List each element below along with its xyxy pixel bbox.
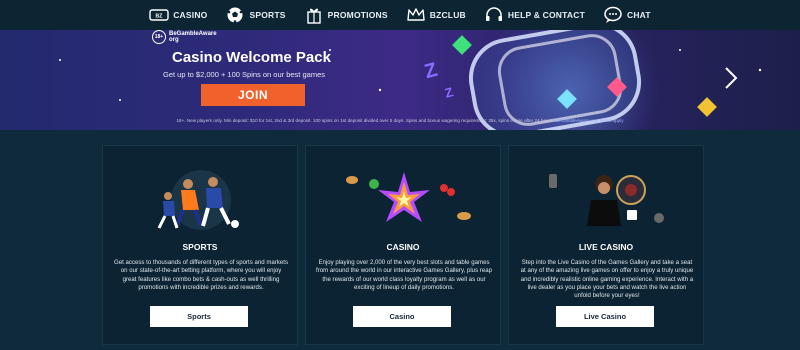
terms-body: 18+. New players only. Min deposit: $10 … bbox=[176, 118, 554, 123]
live-casino-card: LIVE CASINO Step into the Live Casino of… bbox=[508, 145, 704, 345]
nav-bzclub-label: BZCLUB bbox=[429, 10, 466, 20]
casino-card: CASINO Enjoy playing over 2,000 of the v… bbox=[305, 145, 501, 345]
nav-promotions[interactable]: PROMOTIONS bbox=[304, 6, 388, 24]
nav-help-contact-label: HELP & CONTACT bbox=[507, 10, 585, 20]
terms-link-terms[interactable]: Terms apply bbox=[599, 118, 624, 123]
age-restriction-icon: 18+ bbox=[152, 30, 166, 44]
nav-casino-label: CASINO bbox=[173, 10, 208, 20]
nav-chat[interactable]: CHAT bbox=[603, 6, 651, 24]
headset-icon bbox=[485, 7, 502, 21]
soccer-ball-icon bbox=[227, 7, 243, 23]
hero-subtitle: Get up to $2,000 + 100 Spins on our best… bbox=[163, 70, 325, 79]
card-description: Get access to thousands of different typ… bbox=[114, 259, 288, 291]
join-button[interactable]: JOIN bbox=[201, 84, 305, 106]
card-title: SPORTS bbox=[182, 242, 218, 252]
gift-icon bbox=[306, 8, 321, 24]
begambleaware-badge[interactable]: 18+ BeGambleAware org bbox=[152, 30, 217, 44]
terms-link-begambleaware[interactable]: BeGambleAware.org bbox=[555, 118, 598, 123]
card-description: Enjoy playing over 2,000 of the very bes… bbox=[316, 259, 493, 291]
chat-bubble-icon bbox=[604, 6, 622, 23]
casino-button[interactable]: Casino bbox=[353, 306, 451, 327]
badge-text-line-2: org bbox=[169, 37, 179, 43]
nav-sports[interactable]: SPORTS bbox=[225, 6, 285, 24]
hero-banner[interactable]: Z Z 18+ BeGambleAware org Casino Welcome… bbox=[0, 30, 800, 130]
terms-text: 18+. New players only. Min deposit: $10 … bbox=[0, 113, 800, 130]
chevron-right-icon[interactable] bbox=[724, 66, 738, 90]
nav-chat-label: CHAT bbox=[626, 10, 651, 20]
crown-icon bbox=[407, 8, 425, 21]
football-players-illustration bbox=[157, 170, 239, 230]
svg-text:BZ: BZ bbox=[156, 14, 163, 20]
card-title: CASINO bbox=[386, 242, 420, 252]
casino-logo-icon: BZ bbox=[149, 9, 169, 21]
hero-title: Casino Welcome Pack bbox=[172, 49, 331, 66]
nav-promotions-label: PROMOTIONS bbox=[327, 10, 388, 20]
nav-casino[interactable]: BZ CASINO bbox=[149, 6, 207, 24]
live-dealer-illustration bbox=[549, 174, 664, 226]
nav-help-contact[interactable]: HELP & CONTACT bbox=[484, 6, 585, 24]
top-navigation: BZ CASINO SPORTS PROMOTIONS BZCLUB HELP … bbox=[0, 0, 800, 30]
live-casino-button[interactable]: Live Casino bbox=[556, 306, 654, 327]
sports-card: SPORTS Get access to thousands of differ… bbox=[102, 145, 298, 345]
card-title: LIVE CASINO bbox=[578, 242, 634, 252]
starburst-gems-illustration bbox=[346, 172, 471, 222]
nav-sports-label: SPORTS bbox=[249, 10, 286, 20]
sports-button[interactable]: Sports bbox=[150, 306, 248, 327]
nav-bzclub[interactable]: BZCLUB bbox=[406, 6, 466, 24]
card-description: Step into the Live Casino of the Games G… bbox=[520, 259, 694, 300]
